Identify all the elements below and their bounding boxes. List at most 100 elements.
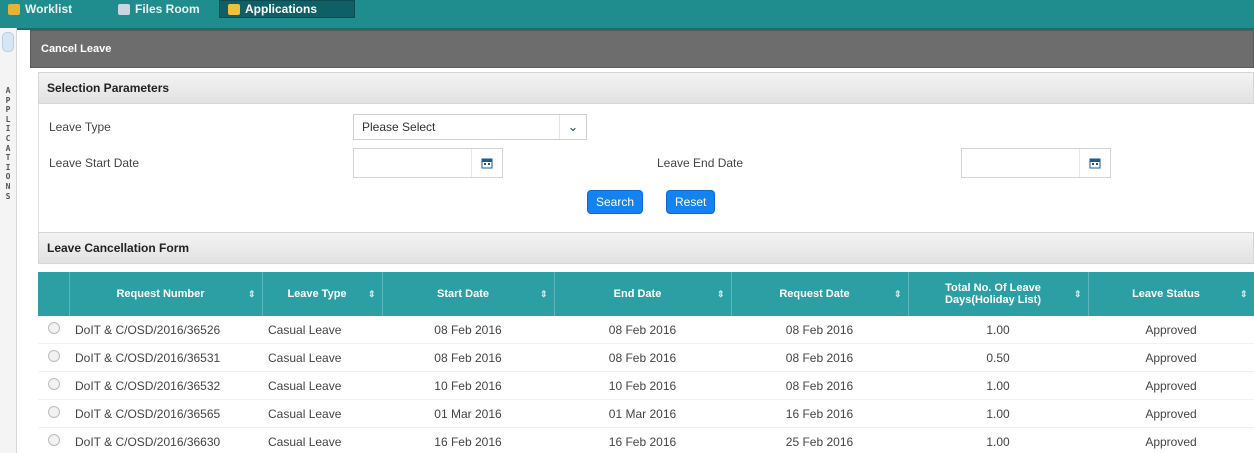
leave-start-date-field[interactable] [353, 148, 503, 178]
request-number-cell: DoIT & C/OSD/2016/36630 [69, 427, 262, 453]
leave-status-cell: Approved [1088, 427, 1254, 453]
leave-start-date-label: Leave Start Date [49, 156, 140, 170]
calendar-icon[interactable] [471, 149, 502, 177]
row-select-cell [38, 371, 69, 400]
selection-parameters-heading: Selection Parameters [38, 72, 1254, 104]
table-row[interactable]: DoIT & C/OSD/2016/36531 Casual Leave 08 Fe… [38, 343, 1254, 372]
column-label: Start Date [437, 288, 489, 300]
tab-worklist-label: Worklist [25, 2, 73, 16]
column-end-date[interactable]: End Date ⇕ [554, 272, 732, 316]
leave-type-selected-value: Please Select [362, 120, 436, 134]
request-date-cell: 08 Feb 2016 [731, 371, 908, 400]
sort-icon[interactable]: ⇕ [894, 288, 902, 300]
row-radio-button[interactable] [47, 378, 60, 390]
table-row[interactable]: DoIT & C/OSD/2016/36526 Casual Leave 08 Fe… [38, 316, 1254, 344]
column-label: Leave Status [1132, 288, 1200, 300]
row-select-cell [38, 343, 69, 372]
request-number-cell: DoIT & C/OSD/2016/36565 [69, 399, 262, 428]
leave-end-date-field[interactable] [961, 148, 1111, 178]
tab-applications-label: Applications [245, 2, 318, 16]
start-date-cell: 10 Feb 2016 [382, 371, 554, 400]
side-panel-label: APPLICATIONS [5, 86, 11, 201]
column-label: End Date [613, 288, 662, 300]
request-date-cell: 25 Feb 2016 [731, 427, 908, 453]
selection-parameters-panel: Leave Type Please Select ⌄ Leave Start D… [38, 104, 1254, 252]
row-radio-button[interactable] [47, 434, 60, 446]
sort-icon[interactable]: ⇕ [368, 288, 376, 300]
tab-files-room[interactable]: Files Room [110, 0, 208, 18]
chevron-down-icon[interactable]: ⌄ [559, 115, 586, 139]
table-row[interactable]: DoIT & C/OSD/2016/36630 Casual Leave 16 Fe… [38, 427, 1254, 453]
column-start-date[interactable]: Start Date ⇕ [382, 272, 555, 316]
leave-type-cell: Casual Leave [262, 343, 382, 372]
row-select-cell [38, 399, 69, 428]
table-row[interactable]: DoIT & C/OSD/2016/36565 Casual Leave 01 Ma… [38, 399, 1254, 428]
leave-status-cell: Approved [1088, 343, 1254, 372]
page-title: Cancel Leave [30, 30, 1254, 68]
sort-icon[interactable]: ⇕ [248, 288, 256, 300]
leave-type-cell: Casual Leave [262, 371, 382, 400]
leave-type-cell: Casual Leave [262, 399, 382, 428]
worklist-icon [8, 3, 20, 15]
tab-applications[interactable]: Applications [219, 0, 355, 18]
total-days-cell: 1.00 [908, 371, 1088, 400]
sort-icon[interactable]: ⇕ [1240, 288, 1248, 300]
table-row[interactable]: DoIT & C/OSD/2016/36532 Casual Leave 10 Fe… [38, 371, 1254, 400]
top-navigation: Worklist Files Room Applications [0, 0, 1254, 30]
files-room-icon [118, 3, 130, 15]
leave-cancellation-table: Request Number ⇕ Leave Type ⇕ Start Date ⇕ … [38, 272, 1254, 453]
leave-type-select[interactable]: Please Select ⌄ [353, 114, 587, 140]
sort-icon[interactable]: ⇕ [1074, 288, 1082, 300]
start-date-cell: 08 Feb 2016 [382, 343, 554, 372]
column-label: Request Date [779, 288, 850, 300]
leave-status-cell: Approved [1088, 371, 1254, 400]
leave-status-cell: Approved [1088, 399, 1254, 428]
request-number-cell: DoIT & C/OSD/2016/36526 [69, 316, 262, 344]
column-request-number[interactable]: Request Number ⇕ [69, 272, 263, 316]
total-days-cell: 1.00 [908, 427, 1088, 453]
column-label: Leave Type [287, 288, 347, 300]
start-date-cell: 16 Feb 2016 [382, 427, 554, 453]
end-date-cell: 16 Feb 2016 [554, 427, 731, 453]
column-leave-type[interactable]: Leave Type ⇕ [262, 272, 383, 316]
sort-icon[interactable]: ⇕ [540, 288, 548, 300]
leave-type-cell: Casual Leave [262, 316, 382, 344]
row-radio-button[interactable] [47, 350, 60, 362]
row-select-cell [38, 427, 69, 453]
end-date-cell: 08 Feb 2016 [554, 316, 731, 344]
row-select-cell [38, 316, 69, 344]
row-radio-button[interactable] [47, 406, 60, 418]
calendar-icon[interactable] [1079, 149, 1110, 177]
leave-end-date-label: Leave End Date [657, 156, 744, 170]
request-date-cell: 08 Feb 2016 [731, 343, 908, 372]
column-total-leave-days[interactable]: Total No. Of Leave Days(Holiday List) ⇕ [908, 272, 1089, 316]
tab-files-room-label: Files Room [135, 2, 200, 16]
total-days-cell: 0.50 [908, 343, 1088, 372]
tab-worklist[interactable]: Worklist [0, 0, 80, 18]
column-leave-status[interactable]: Leave Status ⇕ [1088, 272, 1254, 316]
column-select [38, 272, 70, 316]
request-date-cell: 08 Feb 2016 [731, 316, 908, 344]
row-radio-button[interactable] [47, 322, 60, 334]
request-date-cell: 16 Feb 2016 [731, 399, 908, 428]
end-date-cell: 08 Feb 2016 [554, 343, 731, 372]
end-date-cell: 10 Feb 2016 [554, 371, 731, 400]
applications-icon [228, 3, 240, 15]
leave-cancellation-form-heading: Leave Cancellation Form [38, 232, 1254, 264]
total-days-cell: 1.00 [908, 316, 1088, 344]
column-request-date[interactable]: Request Date ⇕ [731, 272, 909, 316]
sort-icon[interactable]: ⇕ [717, 288, 725, 300]
column-label: Request Number [116, 288, 205, 300]
reset-button[interactable]: Reset [666, 190, 716, 214]
start-date-cell: 08 Feb 2016 [382, 316, 554, 344]
side-panel-toggle[interactable]: APPLICATIONS [0, 28, 17, 453]
leave-status-cell: Approved [1088, 316, 1254, 344]
table-header-row: Request Number ⇕ Leave Type ⇕ Start Date ⇕ … [38, 272, 1254, 316]
leave-type-label: Leave Type [49, 120, 111, 134]
search-button[interactable]: Search [587, 190, 644, 214]
leave-type-cell: Casual Leave [262, 427, 382, 453]
end-date-cell: 01 Mar 2016 [554, 399, 731, 428]
collapse-handle[interactable] [2, 32, 14, 52]
start-date-cell: 01 Mar 2016 [382, 399, 554, 428]
request-number-cell: DoIT & C/OSD/2016/36531 [69, 343, 262, 372]
